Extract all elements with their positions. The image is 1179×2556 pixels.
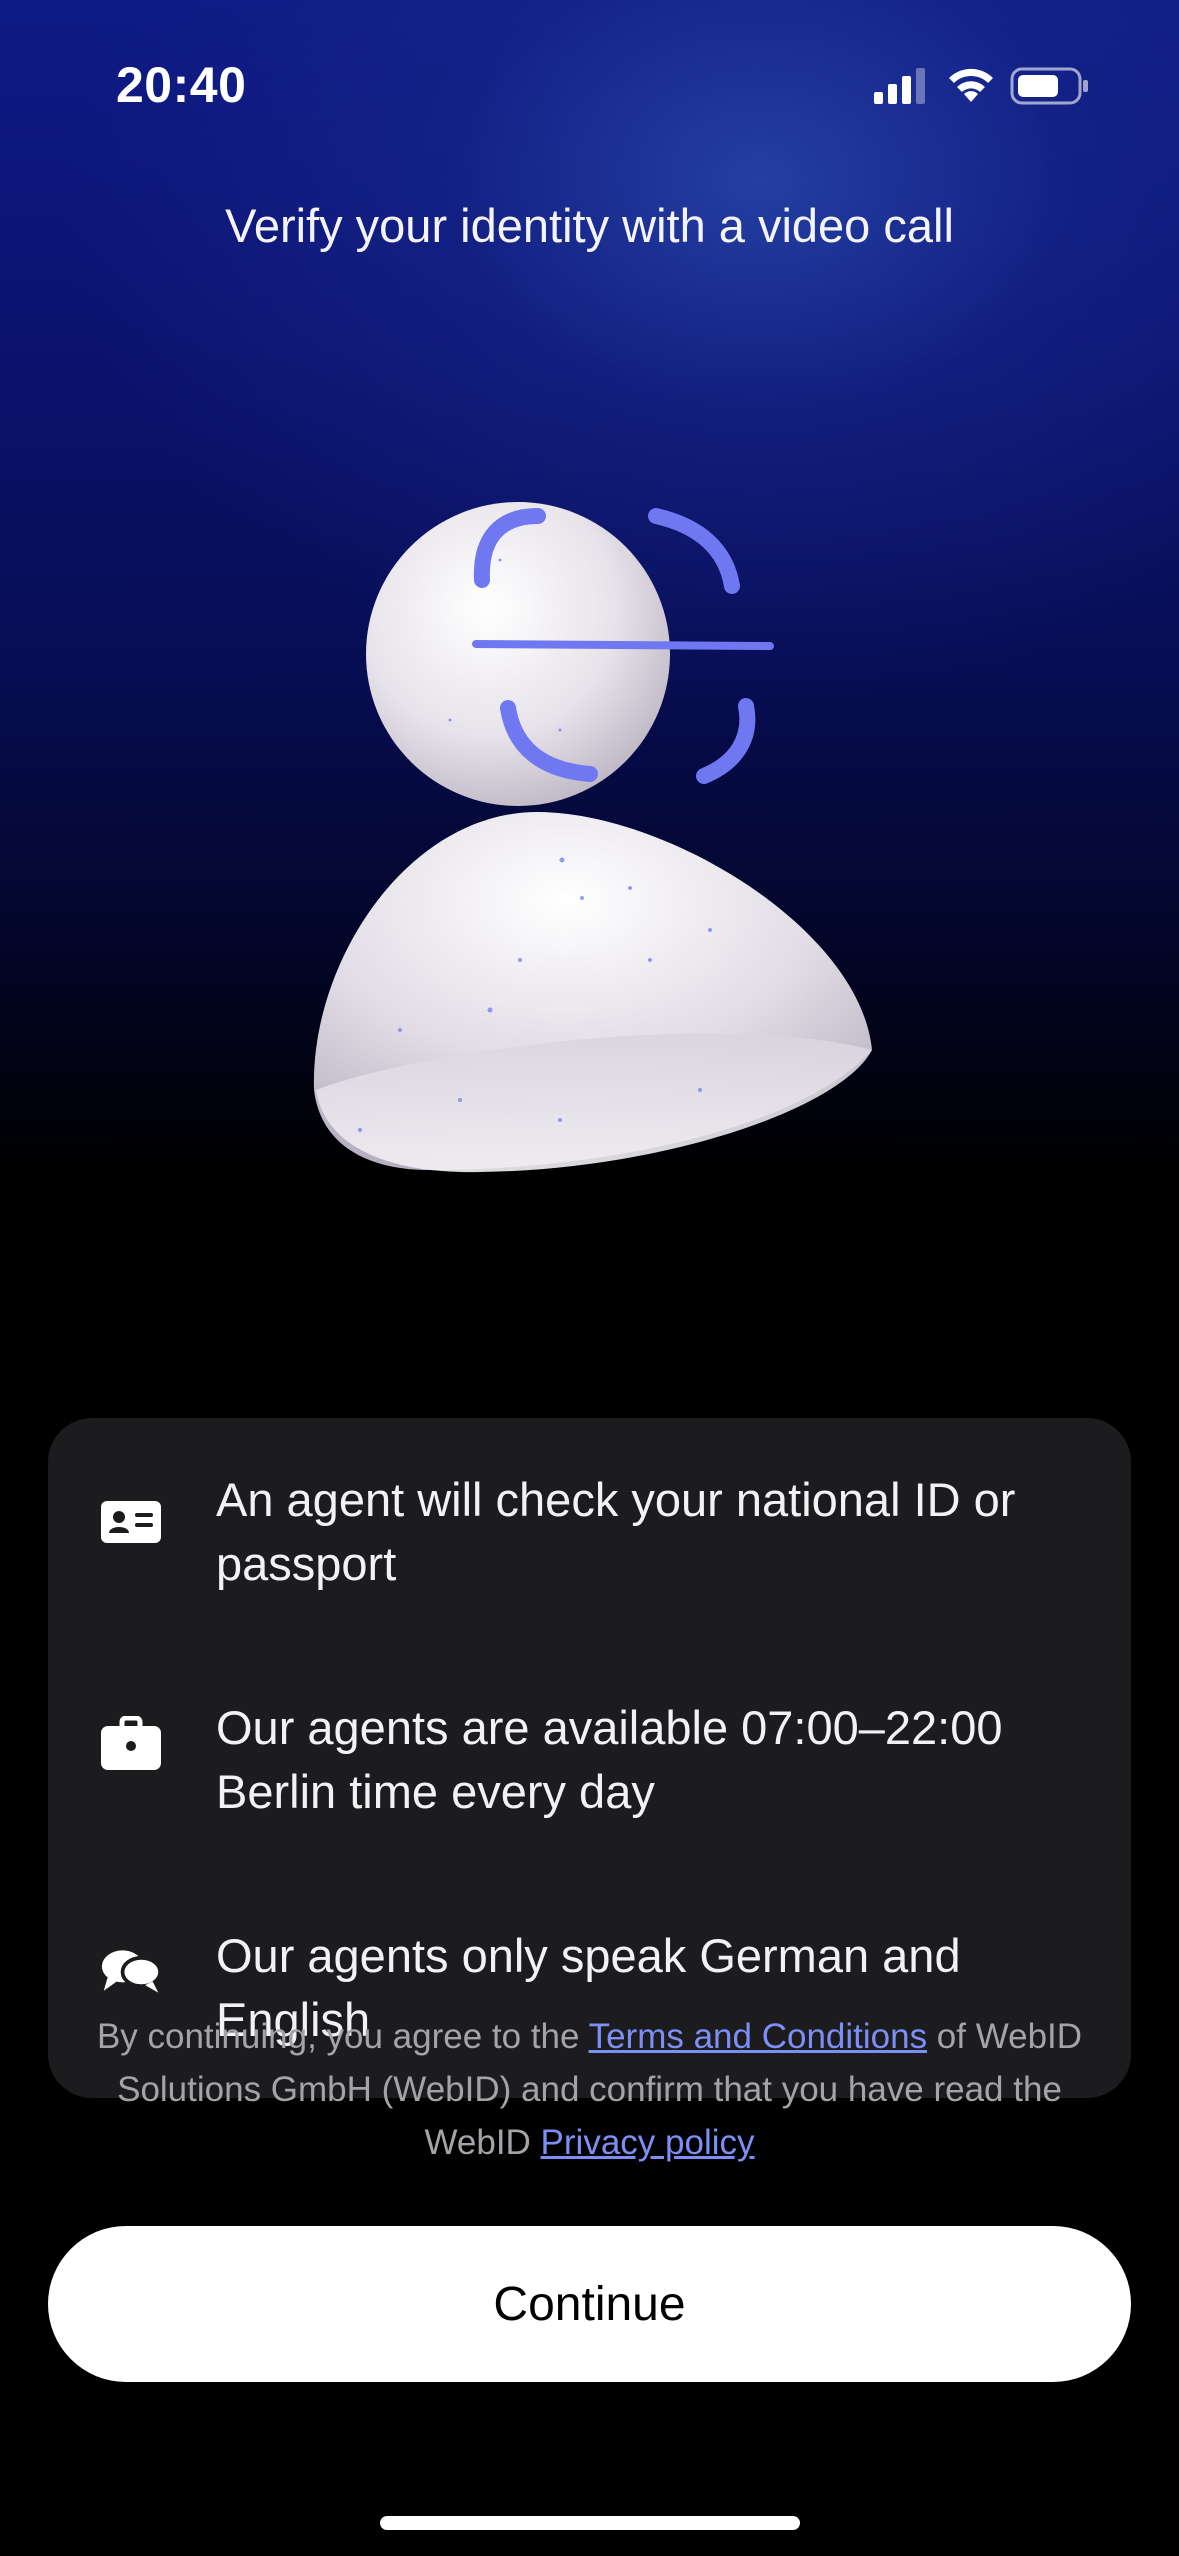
privacy-policy-link[interactable]: Privacy policy <box>541 2123 755 2162</box>
briefcase-icon <box>101 1716 161 1770</box>
chat-bubbles-icon <box>101 1950 162 1993</box>
wifi-icon <box>949 68 993 102</box>
status-bar: 20:40 <box>0 0 1179 170</box>
info-text: An agent will check your national ID or … <box>216 1473 1016 1590</box>
battery-icon <box>1010 67 1088 105</box>
info-card: An agent will check your national ID or … <box>48 1418 1131 2098</box>
home-indicator <box>380 2516 800 2530</box>
person-face-scan-illustration <box>313 502 872 1173</box>
legal-disclaimer: By continuing, you agree to the Terms an… <box>70 2010 1109 2169</box>
cellular-signal-icon <box>874 68 925 104</box>
page-title: Verify your identity with a video call <box>225 199 954 252</box>
id-card-icon <box>101 1501 161 1543</box>
legal-text-prefix: By continuing, you agree to the <box>96 2017 589 2056</box>
continue-button[interactable]: Continue <box>48 2226 1131 2382</box>
info-text: Our agents are available 07:00–22:00 Ber… <box>216 1701 1003 1818</box>
terms-link[interactable]: Terms and Conditions <box>589 2017 928 2056</box>
status-time: 20:40 <box>116 57 247 113</box>
